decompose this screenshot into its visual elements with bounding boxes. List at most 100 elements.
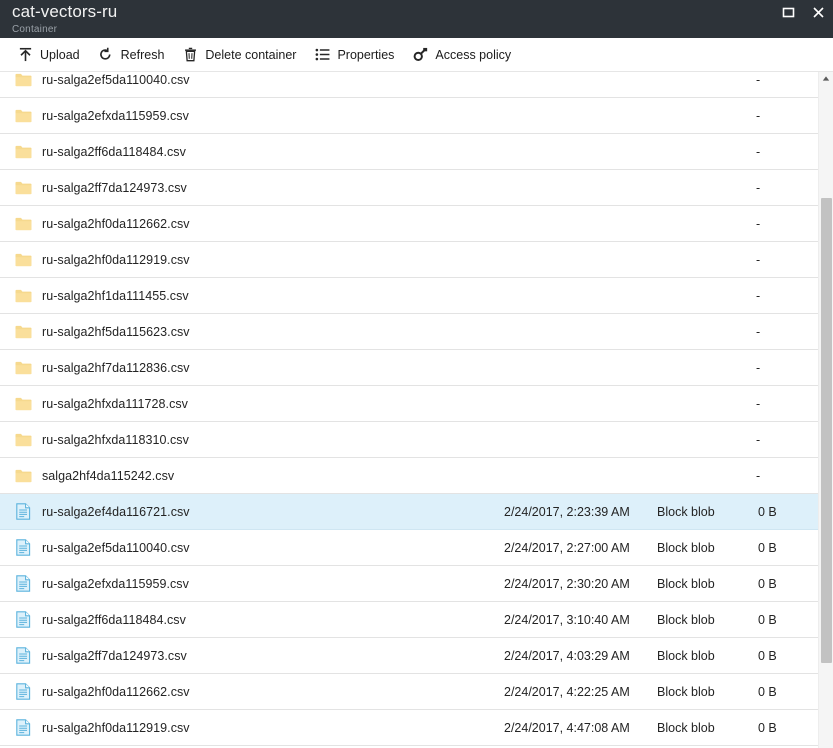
properties-label: Properties: [337, 47, 395, 62]
blob-name: ru-salga2ff7da124973.csv: [42, 648, 187, 663]
blob-name: ru-salga2hf1da111455.csv: [42, 288, 189, 303]
upload-button[interactable]: Upload: [8, 41, 89, 69]
blob-type: Block blob: [657, 612, 715, 627]
blob-size-placeholder: -: [756, 72, 761, 87]
blob-row[interactable]: ru-salga2hf0da112919.csv 2/24/2017, 4:47:…: [0, 710, 818, 746]
refresh-label: Refresh: [120, 47, 165, 62]
blob-size-placeholder: -: [756, 468, 761, 483]
blob-size: 0 B: [758, 720, 777, 735]
chevron-up-icon: [822, 75, 830, 82]
trash-icon: [182, 47, 198, 63]
properties-list-icon: [314, 47, 330, 63]
blob-last-modified: 2/24/2017, 4:47:08 AM: [504, 720, 630, 735]
upload-icon: [17, 47, 33, 63]
blob-size-placeholder: -: [756, 144, 761, 159]
file-icon: [0, 575, 42, 592]
blob-name: ru-salga2ef5da110040.csv: [42, 540, 190, 555]
maximize-button[interactable]: [773, 0, 803, 24]
vertical-scrollbar[interactable]: [818, 72, 833, 748]
blob-last-modified: 2/24/2017, 2:27:00 AM: [504, 540, 630, 555]
blob-row[interactable]: ru-salga2hf0da112919.csv -: [0, 242, 818, 278]
blob-name: ru-salga2hf0da112662.csv: [42, 684, 190, 699]
blob-size-placeholder: -: [756, 216, 761, 231]
blob-row[interactable]: ru-salga2ff6da118484.csv -: [0, 134, 818, 170]
delete-container-label: Delete container: [205, 47, 297, 62]
blob-row[interactable]: ru-salga2ef5da110040.csv 2/24/2017, 2:27:…: [0, 530, 818, 566]
blob-row[interactable]: ru-salga2hf0da112662.csv -: [0, 206, 818, 242]
page-title: cat-vectors-ru: [12, 2, 118, 21]
folder-icon: [0, 217, 42, 231]
blob-row[interactable]: ru-salga2ff6da118484.csv 2/24/2017, 3:10:…: [0, 602, 818, 638]
blob-row[interactable]: ru-salga2hf7da112836.csv -: [0, 350, 818, 386]
blob-size: 0 B: [758, 684, 777, 699]
key-icon: [412, 47, 428, 63]
folder-icon: [0, 469, 42, 483]
access-policy-button[interactable]: Access policy: [403, 41, 520, 69]
blob-size-placeholder: -: [756, 252, 761, 267]
blob-last-modified: 2/24/2017, 4:22:25 AM: [504, 684, 630, 699]
folder-icon: [0, 325, 42, 339]
blob-row[interactable]: ru-salga2hf5da115623.csv -: [0, 314, 818, 350]
blob-size-placeholder: -: [756, 360, 761, 375]
blob-row[interactable]: ru-salga2hfxda111728.csv -: [0, 386, 818, 422]
title-bar: cat-vectors-ru Container: [0, 0, 833, 38]
blob-size-placeholder: -: [756, 288, 761, 303]
blob-name: ru-salga2ff6da118484.csv: [42, 144, 186, 159]
blob-size: 0 B: [758, 648, 777, 663]
blob-name: ru-salga2ef4da116721.csv: [42, 504, 190, 519]
blob-name: salga2hf4da115242.csv: [42, 468, 175, 483]
blob-size-placeholder: -: [756, 180, 761, 195]
blob-row[interactable]: salga2hf4da115242.csv -: [0, 458, 818, 494]
blob-row[interactable]: ru-salga2hfxda118310.csv -: [0, 422, 818, 458]
blob-name: ru-salga2hf0da112662.csv: [42, 216, 190, 231]
file-icon: [0, 647, 42, 664]
folder-icon: [0, 109, 42, 123]
window-controls: [773, 0, 833, 24]
file-icon: [0, 611, 42, 628]
properties-button[interactable]: Properties: [305, 41, 403, 69]
blob-row[interactable]: ru-salga2efxda115959.csv 2/24/2017, 2:30:…: [0, 566, 818, 602]
blob-row[interactable]: ru-salga2ff7da124973.csv -: [0, 170, 818, 206]
blob-name: ru-salga2ef5da110040.csv: [42, 72, 190, 87]
file-icon: [0, 683, 42, 700]
blob-size-placeholder: -: [756, 108, 761, 123]
blob-name: ru-salga2efxda115959.csv: [42, 576, 189, 591]
blob-name: ru-salga2hf5da115623.csv: [42, 324, 190, 339]
blob-row[interactable]: ru-salga2hf0da112662.csv 2/24/2017, 4:22:…: [0, 674, 818, 710]
blob-type: Block blob: [657, 720, 715, 735]
blob-last-modified: 2/24/2017, 2:30:20 AM: [504, 576, 630, 591]
blob-type: Block blob: [657, 576, 715, 591]
blob-size-placeholder: -: [756, 432, 761, 447]
folder-icon: [0, 181, 42, 195]
blob-row[interactable]: ru-salga2ef5da110040.csv -: [0, 72, 818, 98]
blob-name: ru-salga2ff7da124973.csv: [42, 180, 187, 195]
page-subtitle: Container: [12, 24, 58, 35]
blob-size: 0 B: [758, 504, 777, 519]
blob-list: ru-salga2ef5da110040.csv - ru-salga2efxda1…: [0, 72, 818, 746]
blob-size-placeholder: -: [756, 396, 761, 411]
blob-last-modified: 2/24/2017, 4:03:29 AM: [504, 648, 630, 663]
maximize-icon: [782, 6, 795, 19]
folder-icon: [0, 433, 42, 447]
refresh-icon: [98, 47, 114, 63]
scroll-up-arrow[interactable]: [819, 72, 833, 84]
folder-icon: [0, 145, 42, 159]
blob-name: ru-salga2hfxda111728.csv: [42, 396, 188, 411]
file-icon: [0, 539, 42, 556]
file-icon: [0, 503, 42, 520]
blob-last-modified: 2/24/2017, 3:10:40 AM: [504, 612, 630, 627]
close-button[interactable]: [803, 0, 833, 24]
storage-explorer-window: cat-vectors-ru Container Upload Refresh …: [0, 0, 833, 748]
blob-name: ru-salga2hf0da112919.csv: [42, 252, 190, 267]
upload-label: Upload: [40, 47, 80, 62]
blob-row[interactable]: ru-salga2efxda115959.csv -: [0, 98, 818, 134]
folder-icon: [0, 73, 42, 87]
delete-container-button[interactable]: Delete container: [173, 41, 305, 69]
blob-name: ru-salga2ff6da118484.csv: [42, 612, 186, 627]
blob-row[interactable]: ru-salga2ff7da124973.csv 2/24/2017, 4:03:…: [0, 638, 818, 674]
blob-row[interactable]: ru-salga2hf1da111455.csv -: [0, 278, 818, 314]
blob-type: Block blob: [657, 684, 715, 699]
scrollbar-thumb[interactable]: [821, 198, 832, 663]
refresh-button[interactable]: Refresh: [89, 41, 174, 69]
blob-row-selected[interactable]: ru-salga2ef4da116721.csv 2/24/2017, 2:23:…: [0, 494, 818, 530]
